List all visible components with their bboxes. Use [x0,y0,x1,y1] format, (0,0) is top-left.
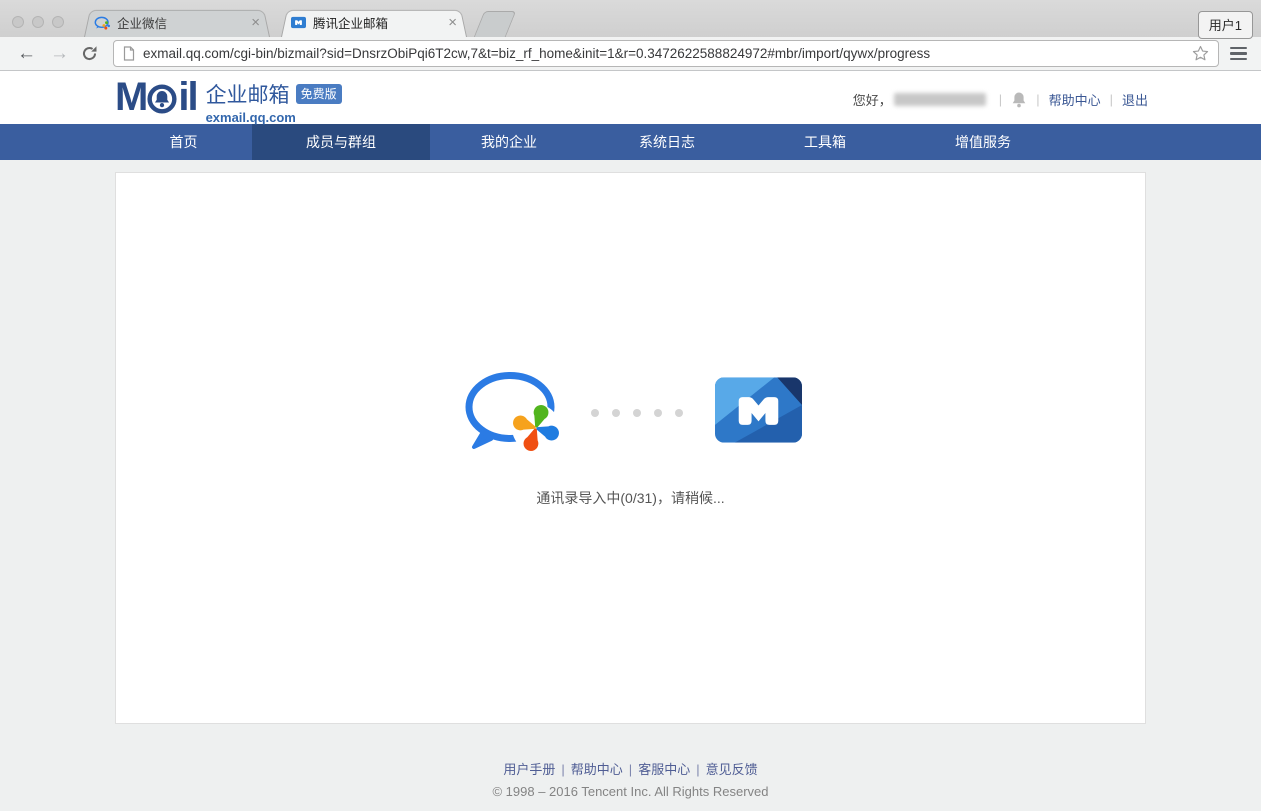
tab-strip: 企业微信 × 腾讯企业邮箱 × 用户1 [0,0,1261,37]
tab-exmail[interactable]: 腾讯企业邮箱 × [281,8,467,37]
username-redacted [894,93,986,106]
footer-link-user-manual[interactable]: 用户手册 [503,762,555,777]
tab-title: 腾讯企业邮箱 [313,13,440,32]
main-nav: 首页 成员与群组 我的企业 系统日志 工具箱 增值服务 [0,124,1261,160]
separator: | [561,762,564,777]
nav-item-toolbox[interactable]: 工具箱 [746,124,904,160]
separator: | [999,92,1002,107]
site-header: M il 企业邮箱 免费版 exmail.qq.com 您 [0,71,1261,124]
forward-icon: → [50,44,69,63]
import-progress-text: 通讯录导入中(0/31)，请稍候... [116,488,1145,508]
footer-links: 用户手册 | 帮助中心 | 客服中心 | 意见反馈 [0,759,1261,778]
separator: | [1110,92,1113,107]
exmail-logo[interactable]: M il 企业邮箱 免费版 exmail.qq.com [115,78,342,125]
browser-window: 企业微信 × 腾讯企业邮箱 × 用户1 ← → [0,0,1261,799]
page-body: 通讯录导入中(0/31)，请稍候... 用户手册 | 帮助中心 | 客服中心 | 意见反馈 … [0,172,1261,811]
minimize-window-button[interactable] [32,16,44,28]
nav-item-system-log[interactable]: 系统日志 [588,124,746,160]
address-bar[interactable]: exmail.qq.com/cgi-bin/bizmail?sid=DnsrzO… [113,40,1219,67]
zoom-window-button[interactable] [52,16,64,28]
logo-domain: exmail.qq.com [206,110,342,125]
close-tab-icon[interactable]: × [448,15,457,30]
close-window-button[interactable] [12,16,24,28]
import-row [116,369,1145,456]
separator: | [629,762,632,777]
footer-link-feedback[interactable]: 意见反馈 [706,762,758,777]
browser-profile-button[interactable]: 用户1 [1198,11,1253,39]
logout-link[interactable]: 退出 [1122,90,1148,109]
page-icon [123,46,135,61]
nav-item-home[interactable]: 首页 [115,124,252,160]
close-tab-icon[interactable]: × [251,15,260,30]
footer-link-help-center[interactable]: 帮助中心 [571,762,623,777]
wordmark-m: M [115,78,146,116]
back-icon[interactable]: ← [17,44,36,63]
exmail-app-icon [715,377,802,448]
tab-wechat-work[interactable]: 企业微信 × [84,8,270,37]
nav-item-members-groups[interactable]: 成员与群组 [252,124,430,160]
import-progress-card: 通讯录导入中(0/31)，请稍候... [115,172,1146,724]
footer-link-service-center[interactable]: 客服中心 [638,762,690,777]
mail-wordmark: M il [115,78,197,116]
exmail-favicon [291,16,306,29]
separator: | [696,762,699,777]
browser-toolbar: ← → exmail.qq.com/cgi-bin/bizmail?sid=Dn… [0,37,1261,71]
new-tab-button[interactable] [474,11,517,37]
help-center-link[interactable]: 帮助中心 [1049,90,1101,109]
url-text[interactable]: exmail.qq.com/cgi-bin/bizmail?sid=DnsrzO… [143,46,1184,61]
user-block: 您好， | | 帮助中心 | 退出 [853,90,1148,109]
wechat-work-icon [459,369,559,456]
browser-menu-icon[interactable] [1230,47,1247,61]
bookmark-star-icon[interactable] [1192,45,1209,62]
copyright-text: © 1998 – 2016 Tencent Inc. All Rights Re… [0,784,1261,799]
page-footer: 用户手册 | 帮助中心 | 客服中心 | 意见反馈 © 1998 – 2016 Tencen… [0,759,1261,799]
wordmark-il: il [178,78,196,116]
tab-title: 企业微信 [117,13,243,32]
separator: | [1036,92,1039,107]
progress-dots [591,409,683,417]
window-controls [12,16,64,28]
nav-item-value-added[interactable]: 增值服务 [904,124,1062,160]
nav-item-my-company[interactable]: 我的企业 [430,124,588,160]
product-name: 企业邮箱 [206,79,290,109]
notification-bell-icon[interactable] [1011,91,1027,108]
free-version-badge: 免费版 [296,84,342,104]
wechat-work-favicon [94,16,110,30]
reload-icon[interactable] [81,45,98,62]
greeting-text: 您好， [853,90,892,109]
bell-ring-icon [147,84,177,114]
